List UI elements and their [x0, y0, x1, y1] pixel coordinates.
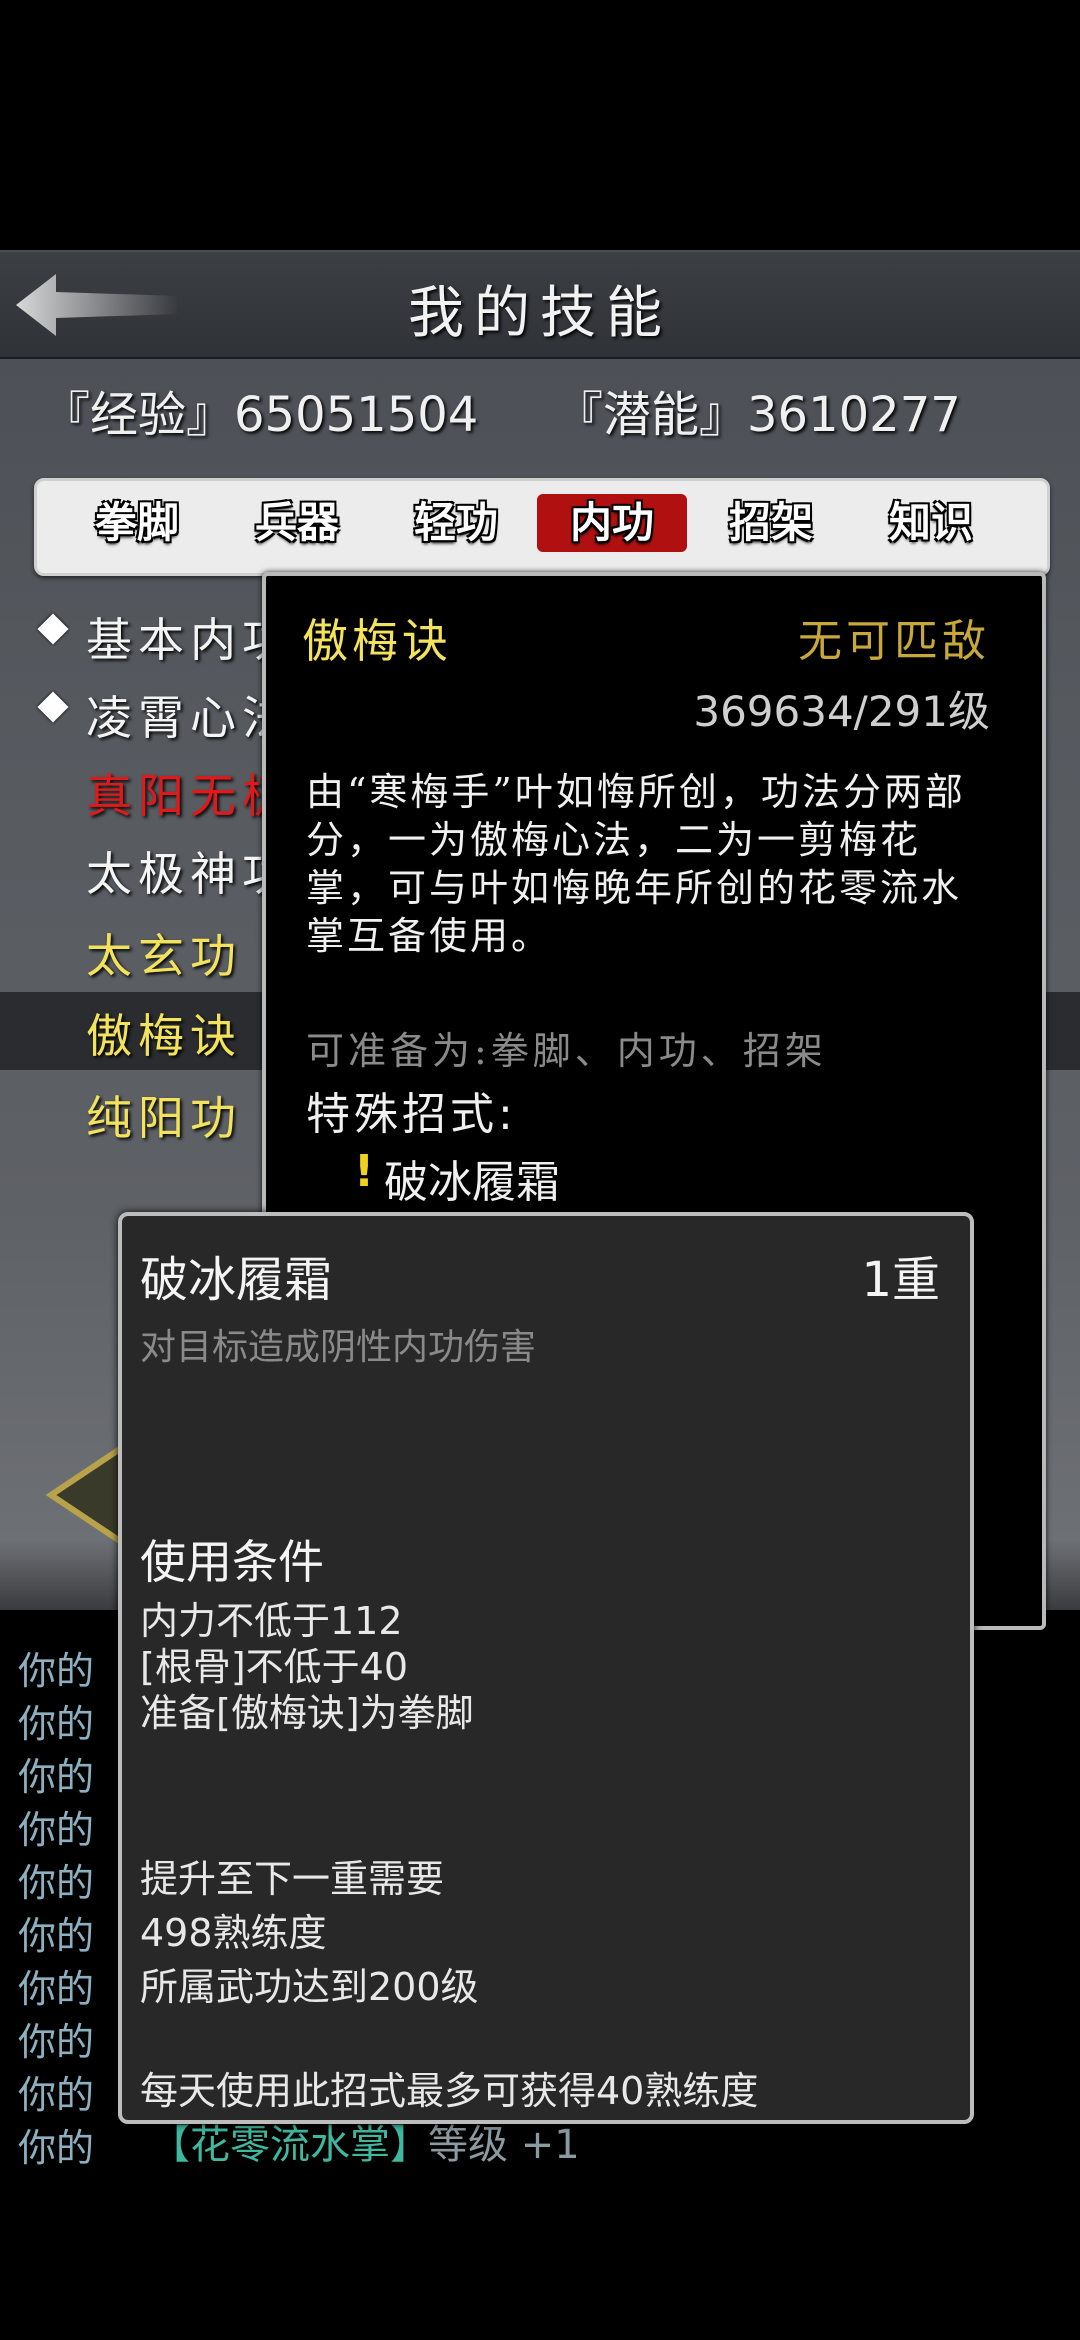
diamond-icon — [37, 613, 69, 645]
skill-name: 傲梅诀 — [86, 1009, 242, 1063]
tab-fist[interactable]: 拳脚 — [62, 494, 212, 552]
move-name: 破冰履霜 — [140, 1252, 333, 1308]
log-line: 你的 — [18, 1702, 95, 1746]
upgrade-title: 提升至下一重需要 — [140, 1857, 445, 1901]
exclamation-icon: ! — [354, 1146, 375, 1197]
log-line: 你的 — [18, 2020, 95, 2064]
log-line: 你的 — [18, 2126, 95, 2170]
potential-stat: 『潜能』3610277 — [555, 387, 961, 443]
log-line: 你的 — [18, 2073, 95, 2117]
detail-prepare-as: 可准备为:拳脚、内功、招架 — [306, 1029, 827, 1073]
detail-skill-level: 369634/291级 — [693, 687, 990, 736]
log-line: 你的 — [18, 1649, 95, 1693]
skill-name: 太玄功 — [86, 929, 242, 983]
condition-line: 准备[傲梅诀]为拳脚 — [140, 1691, 474, 1735]
special-move-link[interactable]: 破冰履霜 — [384, 1146, 560, 1210]
log-line: 你的 — [18, 1755, 95, 1799]
conditions-title: 使用条件 — [140, 1535, 324, 1589]
page-title: 我的技能 — [408, 281, 672, 346]
detail-skill-rank: 无可匹敌 — [798, 616, 990, 667]
detail-description: 由“寒梅手”叶如悔所创，功法分两部分，一为傲梅心法，二为一剪梅花掌，可与叶如悔晚… — [306, 770, 966, 958]
move-effect: 对目标造成阴性内功伤害 — [140, 1327, 537, 1368]
tab-lightness[interactable]: 轻功 — [381, 494, 531, 552]
log-line: 你的 — [18, 1861, 95, 1905]
skill-name: 纯阳功 — [86, 1091, 242, 1145]
detail-skill-name: 傲梅诀 — [302, 614, 452, 668]
diamond-icon — [37, 691, 69, 723]
tab-knowledge[interactable]: 知识 — [856, 494, 1006, 552]
special-moves-title: 特殊招式: — [306, 1089, 517, 1140]
tab-weapon[interactable]: 兵器 — [222, 494, 372, 552]
tab-internal[interactable]: 内功 — [537, 494, 687, 552]
upgrade-line: 所属武功达到200级 — [140, 1965, 479, 2009]
log-line: 你的 — [18, 1808, 95, 1852]
tab-parry[interactable]: 招架 — [696, 494, 846, 552]
experience-stat: 『经验』65051504 — [42, 387, 479, 443]
log-line: 你的 — [18, 1914, 95, 1958]
move-level: 1重 — [861, 1252, 940, 1308]
daily-limit: 每天使用此招式最多可获得40熟练度 — [140, 2069, 759, 2113]
top-black-area — [0, 0, 1080, 250]
log-line: 你的 — [18, 1967, 95, 2011]
upgrade-line: 498熟练度 — [140, 1911, 327, 1955]
